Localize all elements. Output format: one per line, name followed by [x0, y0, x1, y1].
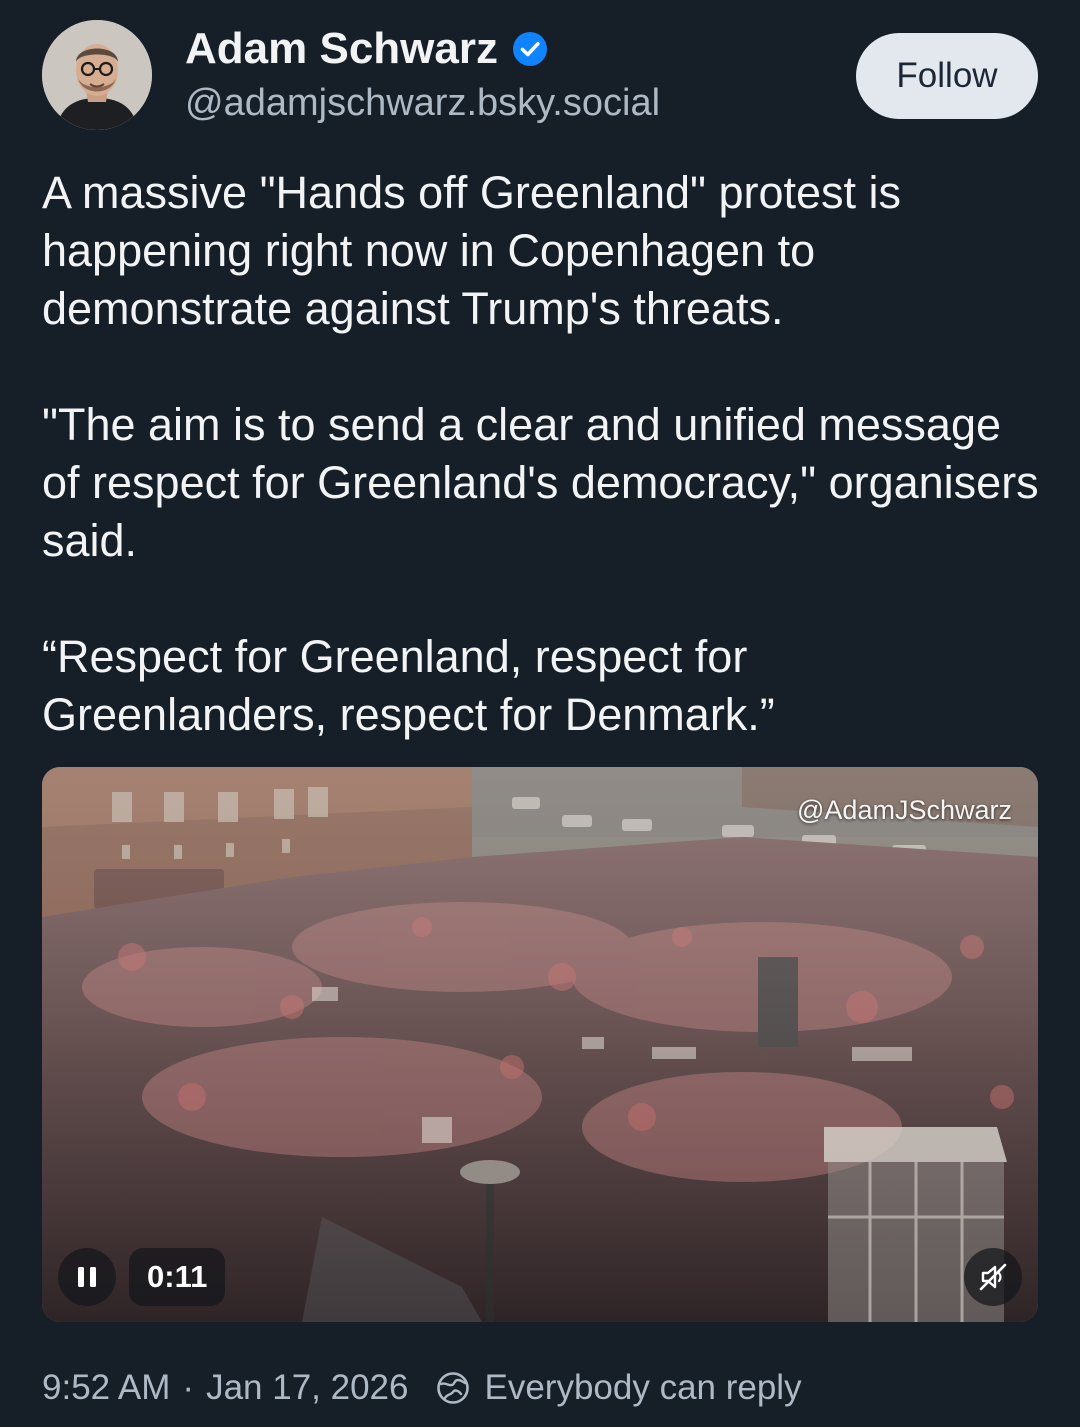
post-meta: 9:52 AM · Jan 17, 2026 Everybody can rep… — [42, 1368, 802, 1408]
post-paragraph-2: "The aim is to send a clear and unified … — [42, 399, 1039, 566]
mute-toggle-button[interactable] — [964, 1248, 1022, 1306]
meta-separator: · — [182, 1368, 195, 1407]
video-elapsed-time: 0:11 — [129, 1248, 226, 1306]
globe-icon — [437, 1372, 470, 1404]
post-paragraph-3: “Respect for Greenland, respect for Gree… — [42, 631, 775, 740]
pause-button[interactable] — [58, 1248, 116, 1306]
video-frame-crowd-scene — [42, 767, 1038, 1322]
author-row: Adam Schwarz — [185, 24, 548, 74]
post-date[interactable]: Jan 17, 2026 — [206, 1368, 408, 1408]
avatar[interactable] — [42, 20, 152, 130]
video-watermark: @AdamJSchwarz — [797, 795, 1012, 825]
post-paragraph-1: A massive "Hands off Greenland" protest … — [42, 167, 902, 334]
avatar-image — [42, 20, 152, 130]
follow-button[interactable]: Follow — [856, 33, 1038, 119]
speaker-muted-icon — [979, 1263, 1007, 1291]
verified-check-icon[interactable] — [512, 31, 548, 67]
post-text: A massive "Hands off Greenland" protest … — [42, 164, 1042, 744]
reply-setting[interactable]: Everybody can reply — [484, 1368, 801, 1408]
pause-icon — [78, 1267, 96, 1287]
video-player[interactable]: @AdamJSchwarz 0:11 — [42, 767, 1038, 1322]
author-display-name[interactable]: Adam Schwarz — [185, 24, 498, 74]
post-time[interactable]: 9:52 AM — [42, 1368, 170, 1408]
author-handle[interactable]: @adamjschwarz.bsky.social — [185, 82, 660, 125]
